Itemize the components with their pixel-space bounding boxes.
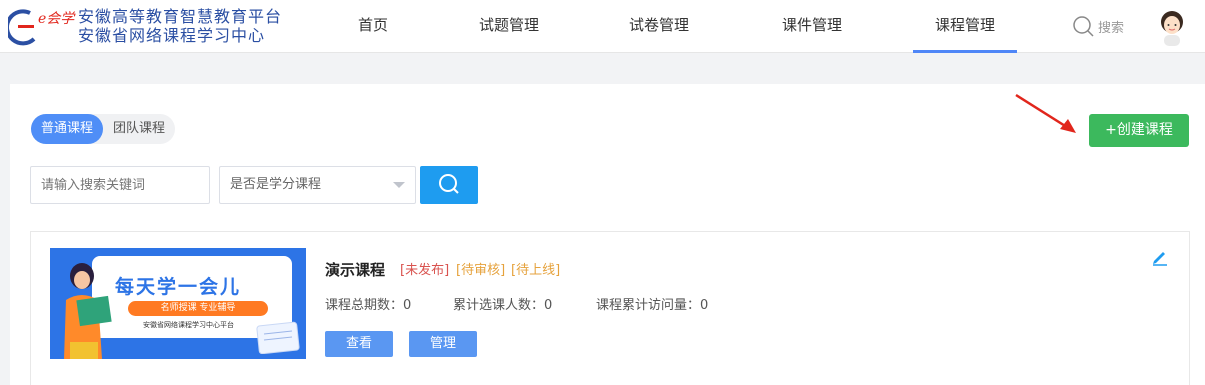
course-card: 每天学一会儿 名师授课 专业辅导 安徽省网络课程学习中心平台 演示课程 [未发布… <box>30 231 1190 385</box>
thumbnail-title: 每天学一会儿 <box>115 276 242 298</box>
create-course-button[interactable]: +创建课程 <box>1089 114 1189 147</box>
red-arrow-icon <box>1015 93 1076 133</box>
credit-course-select-value: 是否是学分课程 <box>230 177 322 192</box>
calendar-icon <box>256 321 300 354</box>
search-label: 搜索 <box>1098 20 1125 36</box>
stat-total-enrolled: 累计选课人数：0 <box>453 298 553 313</box>
search-icon <box>1073 16 1094 37</box>
nav-question-management[interactable]: 试题管理 <box>470 0 548 53</box>
status-badge-pending-review: [待审核] <box>456 263 506 278</box>
chevron-down-icon <box>393 182 405 188</box>
logo-text: 安徽高等教育智慧教育平台 安徽省网络课程学习中心 <box>78 7 282 45</box>
avatar[interactable] <box>1156 8 1188 46</box>
view-button[interactable]: 查看 <box>325 331 393 357</box>
logo-mark-icon: e会学 <box>8 9 76 46</box>
keyword-search-input[interactable] <box>30 166 210 204</box>
credit-course-select[interactable]: 是否是学分课程 <box>219 166 416 204</box>
stat-total-visits: 课程累计访问量：0 <box>596 298 709 313</box>
nav-paper-management[interactable]: 试卷管理 <box>620 0 698 53</box>
nav-course-management[interactable]: 课程管理 <box>913 0 1017 53</box>
thumbnail-pill: 名师授课 专业辅导 <box>128 301 268 316</box>
tab-regular-course[interactable]: 普通课程 <box>31 114 104 144</box>
platform-logo[interactable]: e会学 安徽高等教育智慧教育平台 安徽省网络课程学习中心 <box>8 5 298 47</box>
edit-icon[interactable] <box>1151 248 1169 266</box>
status-badge-unpublished: [未发布] <box>400 263 450 278</box>
nav-courseware-management[interactable]: 课件管理 <box>773 0 851 53</box>
course-name[interactable]: 演示课程 <box>325 259 385 280</box>
stat-total-terms: 课程总期数：0 <box>325 298 412 313</box>
manage-button[interactable]: 管理 <box>409 331 477 357</box>
thumbnail-subtitle: 安徽省网络课程学习中心平台 <box>143 321 234 329</box>
top-header: e会学 安徽高等教育智慧教育平台 安徽省网络课程学习中心 首页 试题管理 试卷管… <box>0 0 1205 53</box>
tab-team-course[interactable]: 团队课程 <box>103 114 175 144</box>
logo-line-1: 安徽高等教育智慧教育平台 <box>78 7 283 26</box>
logo-mark-text: e会学 <box>38 11 76 27</box>
status-badge-pending-launch: [待上线] <box>511 263 561 278</box>
nav-home[interactable]: 首页 <box>340 0 406 53</box>
course-thumbnail[interactable]: 每天学一会儿 名师授课 专业辅导 安徽省网络课程学习中心平台 <box>50 248 306 359</box>
course-panel: 普通课程 团队课程 +创建课程 是否是学分课程 每天学一会儿 名师授课 专 <box>10 84 1205 385</box>
search-button[interactable] <box>420 166 478 204</box>
search-icon <box>439 174 459 194</box>
logo-line-2: 安徽省网络课程学习中心 <box>78 26 266 45</box>
course-type-tabs: 普通课程 团队课程 <box>31 114 176 144</box>
header-search[interactable]: 搜索 <box>1072 14 1124 38</box>
teacher-illustration-icon <box>64 263 112 359</box>
